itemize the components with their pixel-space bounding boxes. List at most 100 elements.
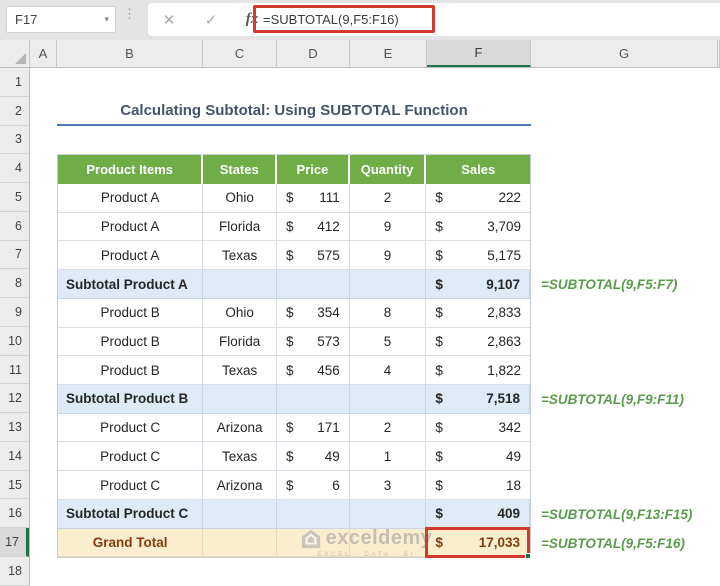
column-header-a[interactable]: A — [30, 40, 57, 67]
cell-empty[interactable] — [203, 385, 277, 414]
column-header-g[interactable]: G — [531, 40, 718, 67]
cell-empty[interactable] — [203, 270, 277, 299]
cell-sales[interactable]: $2,863 — [426, 328, 530, 357]
column-header-b[interactable]: B — [57, 40, 203, 67]
row-header-14[interactable]: 14 — [0, 442, 29, 471]
cell-empty[interactable] — [350, 270, 427, 299]
formula-annotation[interactable]: =SUBTOTAL(9,F5:F16) — [541, 529, 685, 558]
cell-sales[interactable]: $18 — [426, 471, 530, 500]
cell-price[interactable]: $456 — [277, 356, 350, 385]
column-header-f-selected[interactable]: F — [427, 40, 531, 67]
cell-subtotal-sales[interactable]: $7,518 — [426, 385, 530, 414]
cell-price[interactable]: $573 — [277, 328, 350, 357]
cell-product[interactable]: Product C — [58, 442, 203, 471]
cell-state[interactable]: Arizona — [203, 471, 277, 500]
cell-price[interactable]: $412 — [277, 213, 350, 242]
cell-quantity[interactable]: 2 — [350, 414, 427, 443]
row-header-18[interactable]: 18 — [0, 557, 29, 586]
cell-subtotal-sales[interactable]: $9,107 — [426, 270, 530, 299]
formula-annotation[interactable]: =SUBTOTAL(9,F13:F15) — [541, 500, 692, 529]
cell-state[interactable]: Florida — [203, 213, 277, 242]
row-header-3[interactable]: 3 — [0, 126, 29, 155]
cell-sales[interactable]: $1,822 — [426, 356, 530, 385]
row-header-5[interactable]: 5 — [0, 183, 29, 212]
row-header-10[interactable]: 10 — [0, 327, 29, 356]
row-header-13[interactable]: 13 — [0, 413, 29, 442]
cell-empty[interactable] — [277, 385, 350, 414]
enter-icon[interactable]: ✓ — [190, 11, 232, 29]
sheet-title[interactable]: Calculating Subtotal: Using SUBTOTAL Fun… — [57, 97, 531, 126]
select-all-corner[interactable] — [0, 40, 30, 67]
column-header-d[interactable]: D — [277, 40, 350, 67]
row-header-9[interactable]: 9 — [0, 298, 29, 327]
row-header-7[interactable]: 7 — [0, 241, 29, 270]
cell-product[interactable]: Product C — [58, 414, 203, 443]
cell-product[interactable]: Product A — [58, 213, 203, 242]
cell-state[interactable]: Ohio — [203, 299, 277, 328]
cell-empty[interactable] — [277, 500, 350, 529]
cell-subtotal-label[interactable]: Subtotal Product C — [58, 500, 203, 529]
cell-price[interactable]: $49 — [277, 442, 350, 471]
cell-quantity[interactable]: 3 — [350, 471, 427, 500]
cell-product[interactable]: Product B — [58, 328, 203, 357]
row-header-4[interactable]: 4 — [0, 154, 29, 183]
cell-grand-total-label[interactable]: Grand Total — [58, 529, 203, 558]
cell-quantity[interactable]: 5 — [350, 328, 427, 357]
name-box[interactable]: F17 ▾ — [6, 6, 116, 33]
cell-grand-total-sales-active[interactable]: $ 17,033 — [426, 529, 530, 558]
cell-quantity[interactable]: 9 — [350, 241, 427, 270]
cell-subtotal-label[interactable]: Subtotal Product B — [58, 385, 203, 414]
formula-annotation[interactable]: =SUBTOTAL(9,F5:F7) — [541, 270, 677, 299]
cell-state[interactable]: Texas — [203, 442, 277, 471]
cell-state[interactable]: Florida — [203, 328, 277, 357]
chevron-down-icon[interactable]: ▾ — [104, 14, 109, 25]
cell-empty[interactable] — [203, 529, 277, 558]
cell-price[interactable]: $575 — [277, 241, 350, 270]
cell-price[interactable]: $111 — [277, 184, 350, 213]
cell-sales[interactable]: $222 — [426, 184, 530, 213]
cell-quantity[interactable]: 1 — [350, 442, 427, 471]
column-header-c[interactable]: C — [203, 40, 277, 67]
row-header-17-selected[interactable]: 17 — [0, 528, 29, 557]
cell-price[interactable]: $171 — [277, 414, 350, 443]
cell-empty[interactable] — [277, 270, 350, 299]
header-sales[interactable]: Sales — [426, 155, 530, 184]
cancel-icon[interactable]: ✕ — [148, 11, 190, 29]
cell-subtotal-label[interactable]: Subtotal Product A — [58, 270, 203, 299]
cell-product[interactable]: Product B — [58, 299, 203, 328]
cell-quantity[interactable]: 4 — [350, 356, 427, 385]
cell-sales[interactable]: $49 — [426, 442, 530, 471]
cell-product[interactable]: Product A — [58, 241, 203, 270]
cell-sales[interactable]: $342 — [426, 414, 530, 443]
formula-text[interactable]: =SUBTOTAL(9,F5:F16) — [263, 12, 399, 27]
cell-product[interactable]: Product A — [58, 184, 203, 213]
cell-empty[interactable] — [277, 529, 350, 558]
column-header-e[interactable]: E — [350, 40, 427, 67]
cell-sales[interactable]: $3,709 — [426, 213, 530, 242]
cell-quantity[interactable]: 8 — [350, 299, 427, 328]
row-header-15[interactable]: 15 — [0, 471, 29, 500]
row-header-2[interactable]: 2 — [0, 97, 29, 126]
cell-price[interactable]: $354 — [277, 299, 350, 328]
cell-empty[interactable] — [350, 385, 427, 414]
cell-state[interactable]: Texas — [203, 356, 277, 385]
cell-product[interactable]: Product B — [58, 356, 203, 385]
cell-state[interactable]: Ohio — [203, 184, 277, 213]
formula-annotation[interactable]: =SUBTOTAL(9,F9:F11) — [541, 385, 684, 414]
row-header-12[interactable]: 12 — [0, 384, 29, 413]
row-header-11[interactable]: 11 — [0, 356, 29, 385]
cell-product[interactable]: Product C — [58, 471, 203, 500]
header-quantity[interactable]: Quantity — [350, 155, 427, 184]
row-header-16[interactable]: 16 — [0, 499, 29, 528]
cell-quantity[interactable]: 9 — [350, 213, 427, 242]
row-header-6[interactable]: 6 — [0, 212, 29, 241]
cell-empty[interactable] — [350, 500, 427, 529]
fill-handle[interactable] — [525, 553, 531, 559]
cell-empty[interactable] — [350, 529, 427, 558]
cell-subtotal-sales[interactable]: $409 — [426, 500, 530, 529]
header-product-items[interactable]: Product Items — [58, 155, 203, 184]
cell-price[interactable]: $6 — [277, 471, 350, 500]
cell-quantity[interactable]: 2 — [350, 184, 427, 213]
formula-input-area[interactable]: ✕ ✓ fx =SUBTOTAL(9,F5:F16) — [148, 3, 720, 36]
row-header-1[interactable]: 1 — [0, 68, 29, 97]
